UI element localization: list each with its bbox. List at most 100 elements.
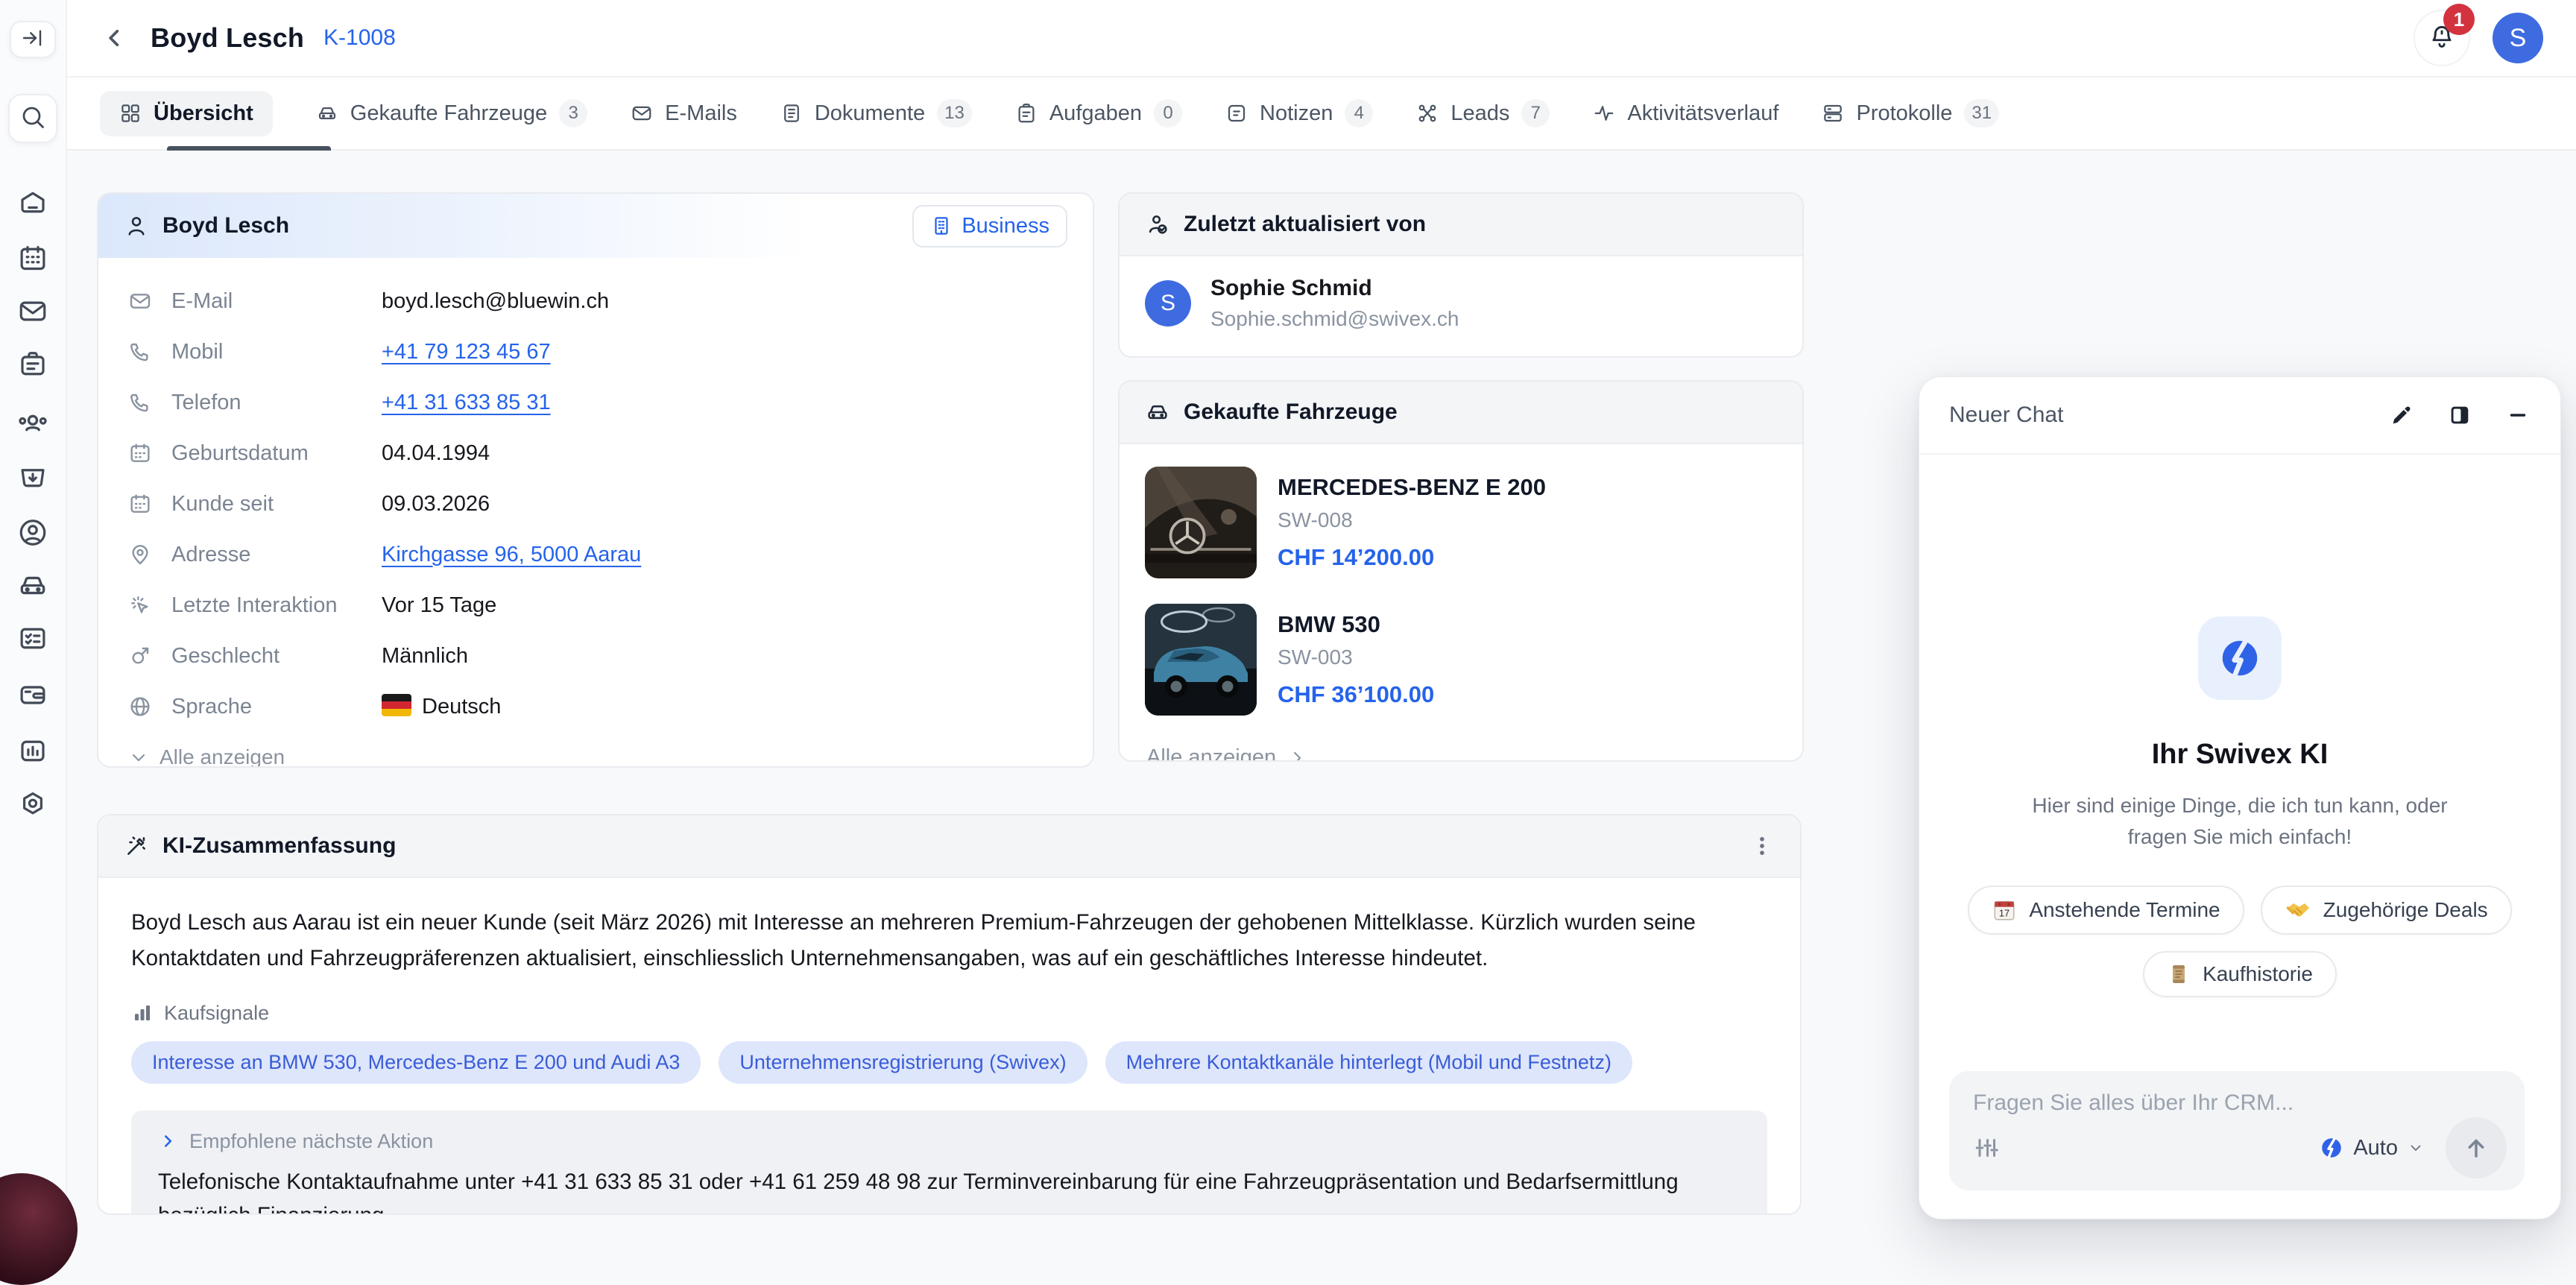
- phone-icon: [128, 340, 171, 364]
- recommended-action-toggle[interactable]: Empfohlene nächste Aktion: [158, 1130, 1740, 1153]
- sidebar-mail-icon[interactable]: [17, 296, 48, 331]
- signals-title: Kaufsignale: [164, 1001, 270, 1024]
- tab-aktivitaetsverlauf[interactable]: Aktivitätsverlauf: [1593, 101, 1778, 126]
- customer-id[interactable]: K-1008: [323, 25, 396, 51]
- sidebar-customer-icon[interactable]: [17, 517, 48, 552]
- mercedes-thumbnail: [1145, 467, 1257, 578]
- sidebar-reports-icon[interactable]: [17, 736, 48, 771]
- phone-link[interactable]: +41 31 633 85 31: [382, 391, 1067, 415]
- tab-notizen[interactable]: Notizen 4: [1225, 99, 1374, 127]
- field-label: Mobil: [171, 339, 224, 364]
- sidebar-calendar-icon[interactable]: [17, 243, 48, 278]
- active-tab-underline: [167, 146, 331, 151]
- tab-protokolle[interactable]: Protokolle 31: [1822, 99, 2000, 127]
- field-value: Männlich: [382, 643, 469, 668]
- note-icon: [1225, 102, 1248, 124]
- ai-summary-title: KI-Zusammenfassung: [162, 833, 397, 858]
- address-link[interactable]: Kirchgasse 96, 5000 Aarau: [382, 543, 1067, 567]
- chip-zugehoerige-deals[interactable]: Zugehörige Deals: [2260, 885, 2512, 935]
- notifications-button[interactable]: 1: [2414, 4, 2475, 66]
- contact-name: Boyd Lesch: [162, 213, 290, 238]
- ai-summary-card: KI-Zusammenfassung Boyd Lesch aus Aarau …: [97, 814, 1802, 1215]
- vehicles-show-all[interactable]: Alle anzeigen: [1146, 745, 1777, 760]
- updated-by-name: Sophie Schmid: [1210, 276, 1372, 300]
- tab-label: Dokumente: [814, 101, 926, 125]
- tab-aufgaben[interactable]: Aufgaben 0: [1015, 99, 1183, 127]
- signal-pill[interactable]: Interesse an BMW 530, Mercedes-Benz E 20…: [131, 1041, 701, 1084]
- field-adresse: Adresse Kirchgasse 96, 5000 Aarau: [128, 529, 1067, 580]
- person-icon: [124, 213, 149, 239]
- leads-network-icon: [1416, 102, 1439, 124]
- tab-count-badge: 13: [937, 99, 972, 127]
- magic-wand-icon: [124, 833, 149, 859]
- chevron-down-icon: [128, 747, 149, 766]
- chat-sidebar-toggle-icon[interactable]: [2447, 402, 2472, 428]
- contact-show-all[interactable]: Alle anzeigen: [128, 745, 1093, 766]
- calendar-emoji-icon: 17: [1992, 897, 2017, 923]
- chat-settings-sliders-icon[interactable]: [1973, 1134, 2000, 1161]
- field-kunde-seit: Kunde seit 09.03.2026: [128, 479, 1067, 529]
- tab-emails[interactable]: E-Mails: [631, 101, 737, 126]
- field-email: E-Mail boyd.lesch@bluewin.ch: [128, 276, 1067, 326]
- chip-anstehende-termine[interactable]: 17 Anstehende Termine: [1968, 885, 2244, 935]
- mode-label: Auto: [2353, 1135, 2398, 1160]
- field-label: Geschlecht: [171, 643, 280, 668]
- tab-dokumente[interactable]: Dokumente 13: [780, 99, 972, 127]
- sidebar-search-button[interactable]: [8, 94, 57, 143]
- field-label: Telefon: [171, 390, 242, 414]
- car-icon: [316, 102, 338, 124]
- tab-uebersicht[interactable]: Übersicht: [100, 90, 273, 136]
- field-geburtsdatum: Geburtsdatum 04.04.1994: [128, 428, 1067, 479]
- handshake-emoji-icon: [2285, 897, 2311, 924]
- field-value: 09.03.2026: [382, 491, 490, 516]
- tab-label: Notizen: [1260, 101, 1333, 125]
- mobile-phone-link[interactable]: +41 79 123 45 67: [382, 340, 1067, 364]
- chevron-right-icon: [1287, 748, 1307, 760]
- assistant-title: Ihr Swivex KI: [2151, 739, 2329, 770]
- recommended-action-text: Telefonische Kontaktaufnahme unter +41 3…: [158, 1169, 1679, 1213]
- male-icon: [128, 644, 171, 668]
- kebab-menu-icon[interactable]: [1749, 833, 1775, 859]
- sidebar-clipboard-icon[interactable]: [17, 350, 48, 385]
- bar-chart-icon: [131, 1002, 154, 1024]
- vehicle-row-bmw[interactable]: BMW 530 SW-003 CHF 36’100.00: [1145, 604, 1777, 716]
- tab-leads[interactable]: Leads 7: [1416, 99, 1550, 127]
- document-icon: [780, 102, 803, 124]
- sidebar-home-icon[interactable]: [17, 187, 48, 222]
- tab-label: Aufgaben: [1049, 101, 1143, 125]
- tab-count-badge: 7: [1521, 99, 1550, 127]
- tab-label: Übersicht: [154, 101, 253, 125]
- server-icon: [1822, 102, 1844, 124]
- new-chat-pencil-icon[interactable]: [2389, 402, 2414, 428]
- sidebar-tasks-icon[interactable]: [17, 623, 48, 658]
- user-avatar[interactable]: S: [2493, 13, 2543, 63]
- minimize-chat-icon[interactable]: [2505, 402, 2531, 428]
- signal-pill[interactable]: Mehrere Kontaktkanäle hinterlegt (Mobil …: [1105, 1041, 1632, 1084]
- chip-kaufhistorie[interactable]: Kaufhistorie: [2143, 951, 2337, 997]
- globe-icon: [128, 695, 171, 719]
- sidebar-vehicles-icon[interactable]: [16, 569, 49, 606]
- model-mode-selector[interactable]: Auto: [2319, 1135, 2425, 1161]
- collapse-sidebar-button[interactable]: [10, 21, 56, 58]
- purchased-vehicles-card: Gekaufte Fahrzeuge MERCEDES-BENZ E 200 S…: [1118, 380, 1804, 762]
- last-updated-card: Zuletzt aktualisiert von S Sophie Schmid…: [1118, 192, 1804, 358]
- sidebar-wallet-icon[interactable]: [17, 680, 48, 715]
- tab-gekaufte-fahrzeuge[interactable]: Gekaufte Fahrzeuge 3: [316, 99, 588, 127]
- sidebar-settings-icon[interactable]: [17, 789, 48, 824]
- sidebar-inbox-icon[interactable]: [17, 461, 48, 496]
- tab-count-badge: 31: [1964, 99, 2000, 127]
- tab-label: Aktivitätsverlauf: [1627, 101, 1779, 125]
- signal-pill[interactable]: Unternehmensregistrierung (Swivex): [719, 1041, 1087, 1084]
- back-button[interactable]: [100, 23, 130, 53]
- vehicle-row-mercedes[interactable]: MERCEDES-BENZ E 200 SW-008 CHF 14’200.00: [1145, 467, 1777, 578]
- interaction-icon: [128, 593, 171, 617]
- vehicle-code: SW-008: [1278, 508, 1353, 531]
- field-value: boyd.lesch@bluewin.ch: [382, 288, 610, 313]
- notification-badge: 1: [2443, 4, 2475, 35]
- tab-label: Gekaufte Fahrzeuge: [350, 101, 548, 125]
- business-badge[interactable]: Business: [912, 204, 1067, 247]
- send-message-button[interactable]: [2446, 1117, 2507, 1178]
- bolt-icon: [2319, 1135, 2344, 1161]
- chat-message-input[interactable]: [1973, 1090, 2501, 1116]
- sidebar-contacts-icon[interactable]: [16, 407, 49, 443]
